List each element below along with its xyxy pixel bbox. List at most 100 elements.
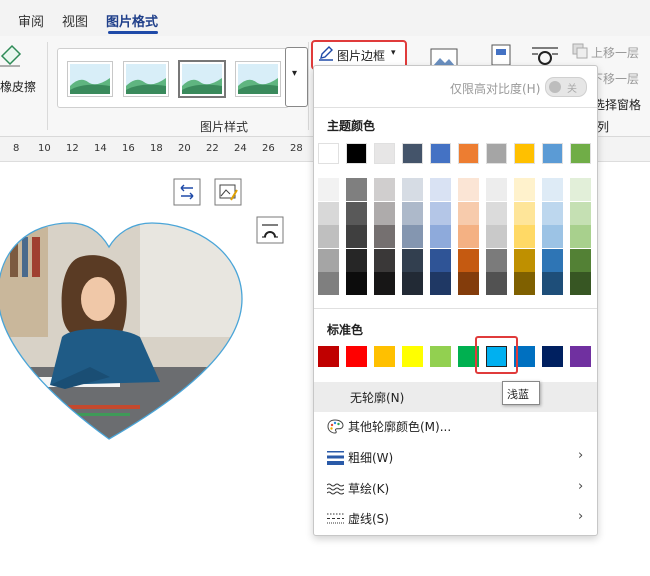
theme-shade-swatch[interactable]: [318, 178, 339, 201]
weight-label: 粗细(W): [348, 451, 394, 465]
theme-shade-swatch[interactable]: [570, 225, 591, 248]
sketch-item[interactable]: 草绘(K) ›: [314, 473, 597, 503]
picture-style-thumbnail[interactable]: [68, 62, 112, 96]
theme-shade-swatch[interactable]: [430, 178, 451, 201]
standard-color-swatch[interactable]: [430, 346, 451, 367]
theme-shade-swatch[interactable]: [514, 225, 535, 248]
theme-shade-swatch[interactable]: [374, 272, 395, 295]
picture-style-thumbnail[interactable]: [180, 62, 224, 96]
picture-style-thumbnail[interactable]: [124, 62, 168, 96]
theme-shade-swatch[interactable]: [402, 201, 423, 225]
theme-shade-swatch[interactable]: [374, 225, 395, 248]
swap-layout-icon[interactable]: [173, 178, 201, 206]
theme-shade-swatch[interactable]: [374, 201, 395, 225]
standard-color-swatch[interactable]: [318, 346, 339, 367]
theme-shade-swatch[interactable]: [458, 178, 479, 201]
ruler-tick: 28: [290, 143, 303, 154]
tab-review[interactable]: 审阅: [18, 11, 44, 30]
theme-color-swatch[interactable]: [486, 143, 507, 164]
theme-shade-swatch[interactable]: [430, 201, 451, 225]
heart-shaped-picture[interactable]: [0, 217, 248, 443]
theme-shade-swatch[interactable]: [346, 201, 367, 225]
theme-shade-swatch[interactable]: [486, 272, 507, 295]
standard-color-swatch[interactable]: [402, 346, 423, 367]
dashes-item[interactable]: 虚线(S) ›: [314, 503, 597, 533]
theme-shade-swatch[interactable]: [486, 201, 507, 225]
theme-shade-swatch[interactable]: [486, 225, 507, 248]
theme-shade-swatch[interactable]: [318, 272, 339, 295]
tab-picture-format[interactable]: 图片格式: [106, 11, 158, 30]
theme-color-swatch[interactable]: [374, 143, 395, 164]
theme-color-swatch[interactable]: [402, 143, 423, 164]
sketch-label: 草绘(K): [348, 482, 390, 496]
selection-pane-label[interactable]: 选择窗格: [593, 96, 641, 113]
gallery-more-button[interactable]: ▾: [285, 47, 308, 107]
theme-shade-swatch[interactable]: [430, 225, 451, 248]
theme-shade-swatch[interactable]: [458, 225, 479, 248]
theme-color-swatch[interactable]: [514, 143, 535, 164]
theme-shade-swatch[interactable]: [402, 178, 423, 201]
theme-shade-swatch[interactable]: [570, 272, 591, 295]
theme-shade-swatch[interactable]: [402, 225, 423, 248]
theme-color-swatch[interactable]: [458, 143, 479, 164]
theme-shade-swatch[interactable]: [318, 225, 339, 248]
picture-border-dropdown: 仅限高对比度(H) 关 主题颜色 标准色 无轮廓(N) 其他轮廓颜色(M)...…: [313, 65, 598, 536]
theme-shade-swatch[interactable]: [514, 272, 535, 295]
theme-shade-swatch[interactable]: [374, 248, 395, 272]
eraser-label[interactable]: 橡皮擦: [0, 78, 36, 95]
wrap-text-icon[interactable]: [530, 44, 560, 66]
theme-shade-swatch[interactable]: [486, 248, 507, 272]
theme-shade-swatch[interactable]: [514, 248, 535, 272]
theme-color-swatch[interactable]: [318, 143, 339, 164]
theme-shade-swatch[interactable]: [458, 248, 479, 272]
theme-shade-swatch[interactable]: [346, 248, 367, 272]
theme-shade-swatch[interactable]: [514, 201, 535, 225]
standard-color-swatch[interactable]: [374, 346, 395, 367]
theme-shade-swatch[interactable]: [570, 201, 591, 225]
theme-shade-swatch[interactable]: [430, 248, 451, 272]
more-outline-colors-label: 其他轮廓颜色(M)...: [348, 420, 452, 434]
background-eraser-icon[interactable]: [0, 42, 22, 70]
theme-shade-swatch[interactable]: [402, 272, 423, 295]
theme-shade-swatch[interactable]: [542, 248, 563, 272]
theme-color-swatch[interactable]: [346, 143, 367, 164]
menu-divider: [314, 107, 597, 108]
theme-shade-swatch[interactable]: [486, 178, 507, 201]
standard-color-swatch[interactable]: [570, 346, 591, 367]
theme-shade-swatch[interactable]: [542, 272, 563, 295]
weight-item[interactable]: 粗细(W) ›: [314, 442, 597, 472]
theme-shade-swatch[interactable]: [346, 272, 367, 295]
theme-shade-swatch[interactable]: [430, 272, 451, 295]
high-contrast-toggle[interactable]: 关: [545, 77, 587, 97]
theme-shade-swatch[interactable]: [346, 225, 367, 248]
more-outline-colors-item[interactable]: 其他轮廓颜色(M)...: [314, 411, 597, 441]
theme-color-swatch[interactable]: [570, 143, 591, 164]
no-outline-item[interactable]: 无轮廓(N): [314, 382, 597, 412]
theme-shade-swatch[interactable]: [514, 178, 535, 201]
theme-shade-swatch[interactable]: [458, 272, 479, 295]
layout-options-icon[interactable]: [256, 216, 284, 244]
theme-color-swatch[interactable]: [542, 143, 563, 164]
theme-shade-swatch[interactable]: [542, 178, 563, 201]
tab-view[interactable]: 视图: [62, 11, 88, 30]
theme-shade-swatch[interactable]: [346, 178, 367, 201]
theme-shade-swatch[interactable]: [570, 248, 591, 272]
picture-edit-icon[interactable]: [214, 178, 242, 206]
theme-shade-swatch[interactable]: [542, 201, 563, 225]
high-contrast-only-label: 仅限高对比度(H): [450, 82, 541, 96]
picture-style-thumbnail[interactable]: [236, 62, 280, 96]
theme-shade-swatch[interactable]: [402, 248, 423, 272]
theme-shade-swatch[interactable]: [542, 225, 563, 248]
theme-shade-swatch[interactable]: [318, 201, 339, 225]
no-outline-label: 无轮廓(N): [350, 391, 405, 405]
theme-color-swatch[interactable]: [430, 143, 451, 164]
position-icon[interactable]: [491, 44, 511, 66]
theme-shade-swatch[interactable]: [318, 248, 339, 272]
standard-color-swatch[interactable]: [346, 346, 367, 367]
expand-icon: ▾: [292, 68, 298, 79]
theme-shade-swatch[interactable]: [570, 178, 591, 201]
theme-shade-swatch[interactable]: [458, 201, 479, 225]
standard-color-swatch[interactable]: [542, 346, 563, 367]
theme-shade-swatch[interactable]: [374, 178, 395, 201]
menu-divider: [314, 308, 597, 309]
